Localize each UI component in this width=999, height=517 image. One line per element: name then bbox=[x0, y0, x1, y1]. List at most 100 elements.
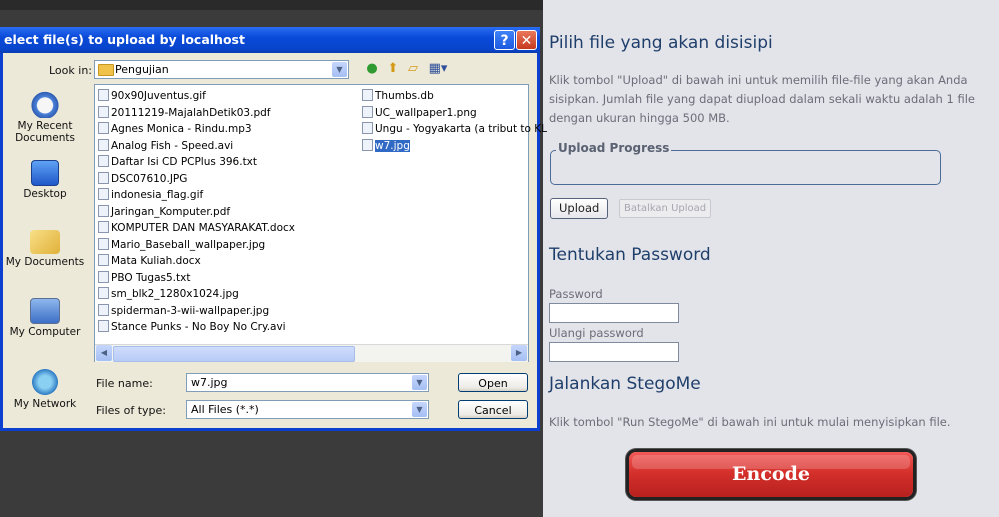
file-name-label: File name: bbox=[96, 377, 153, 390]
file-icon bbox=[98, 254, 109, 266]
file-list-item[interactable]: indonesia_flag.gif bbox=[98, 188, 203, 203]
open-button[interactable]: Open bbox=[458, 373, 528, 392]
file-icon bbox=[98, 105, 109, 118]
file-icon bbox=[98, 237, 109, 250]
view-menu-icon[interactable]: ▦▾ bbox=[426, 61, 450, 77]
scroll-right-icon[interactable]: ▶ bbox=[511, 345, 527, 361]
file-list-item[interactable]: 90x90Juventus.gif bbox=[98, 89, 206, 104]
my-computer-icon bbox=[30, 298, 60, 324]
file-list-item[interactable]: PBO Tugas5.txt bbox=[98, 270, 191, 286]
password-label: Password bbox=[549, 287, 603, 301]
file-name-input[interactable]: w7.jpg ▼ bbox=[186, 373, 429, 392]
file-name: Mario_Baseball_wallpaper.jpg bbox=[111, 238, 266, 251]
chevron-down-icon[interactable]: ▼ bbox=[332, 62, 347, 77]
file-name: DSC07610.JPG bbox=[111, 172, 188, 185]
dialog-title: elect file(s) to upload by localhost bbox=[4, 32, 245, 47]
file-icon bbox=[98, 171, 109, 184]
file-name: Stance Punks - No Boy No Cry.avi bbox=[111, 321, 286, 333]
up-folder-icon[interactable]: ⬆ bbox=[385, 61, 401, 77]
password-field[interactable] bbox=[549, 303, 679, 323]
cancel-upload-button[interactable]: Batalkan Upload bbox=[619, 199, 712, 218]
file-name: Ungu - Yogyakarta (a tribut to KL bbox=[375, 123, 548, 135]
place-label: My Documents bbox=[5, 256, 85, 268]
file-icon bbox=[98, 270, 109, 283]
file-icon bbox=[362, 138, 373, 151]
my-documents-icon bbox=[30, 230, 60, 254]
file-type-dropdown[interactable]: All Files (*.*) ▼ bbox=[186, 400, 429, 419]
back-icon[interactable]: ● bbox=[364, 61, 380, 77]
file-icon bbox=[98, 320, 109, 332]
file-list-item[interactable]: Stance Punks - No Boy No Cry.avi bbox=[98, 320, 286, 335]
file-list-item[interactable]: Mata Kuliah.docx bbox=[98, 254, 201, 269]
file-list-item[interactable]: Jaringan_Komputer.pdf bbox=[98, 204, 231, 220]
repeat-password-field[interactable] bbox=[549, 342, 679, 362]
file-icon bbox=[98, 138, 109, 151]
look-in-dropdown[interactable]: Pengujian ▼ bbox=[94, 60, 349, 79]
scroll-left-icon[interactable]: ◀ bbox=[96, 345, 112, 361]
file-list-item[interactable]: w7.jpg bbox=[362, 138, 410, 154]
file-list-item[interactable]: Analog Fish - Speed.avi bbox=[98, 138, 233, 154]
file-name: Mata Kuliah.docx bbox=[111, 255, 201, 267]
file-icon bbox=[362, 105, 373, 118]
file-list-item[interactable]: Daftar Isi CD PCPlus 396.txt bbox=[98, 155, 257, 170]
file-icon bbox=[98, 89, 109, 101]
cancel-button[interactable]: Cancel bbox=[458, 400, 528, 419]
choose-file-description: Klik tombol "Upload" di bawah ini untuk … bbox=[549, 73, 975, 125]
encode-button[interactable]: Encode bbox=[629, 452, 913, 497]
place-my-documents[interactable]: My Documents bbox=[5, 230, 85, 268]
file-list-item[interactable]: sm_blk2_1280x1024.jpg bbox=[98, 287, 239, 302]
upload-progress-box bbox=[550, 150, 941, 185]
place-label: My Computer bbox=[9, 326, 81, 338]
upload-button[interactable]: Upload bbox=[550, 198, 609, 219]
file-list-item[interactable]: Mario_Baseball_wallpaper.jpg bbox=[98, 237, 266, 253]
place-my-network[interactable]: My Network bbox=[5, 368, 85, 410]
file-name: Agnes Monica - Rindu.mp3 bbox=[111, 123, 252, 135]
chevron-down-icon[interactable]: ▼ bbox=[412, 375, 427, 390]
repeat-password-label: Ulangi password bbox=[549, 326, 644, 340]
horizontal-scrollbar[interactable]: ◀ ▶ bbox=[95, 344, 528, 362]
file-list-item[interactable]: Agnes Monica - Rindu.mp3 bbox=[98, 122, 252, 137]
stegome-panel: Pilih file yang akan disisipi Klik tombo… bbox=[543, 0, 999, 517]
file-list-item[interactable]: Ungu - Yogyakarta (a tribut to KL bbox=[362, 122, 547, 137]
place-desktop[interactable]: Desktop bbox=[5, 160, 85, 200]
file-list-item[interactable]: DSC07610.JPG bbox=[98, 171, 188, 187]
file-icon bbox=[98, 155, 109, 167]
file-name: indonesia_flag.gif bbox=[111, 189, 204, 201]
scrollbar-thumb[interactable] bbox=[113, 346, 355, 362]
file-name: w7.jpg bbox=[375, 139, 410, 152]
desktop-icon bbox=[31, 160, 59, 186]
file-icon bbox=[98, 204, 109, 217]
help-button[interactable]: ? bbox=[494, 30, 515, 50]
folder-icon bbox=[98, 64, 114, 76]
close-button[interactable]: ✕ bbox=[516, 30, 537, 50]
file-name: PBO Tugas5.txt bbox=[111, 271, 191, 284]
new-folder-icon[interactable]: ▱ bbox=[405, 61, 421, 77]
file-icon bbox=[98, 188, 109, 200]
run-description: Klik tombol "Run StegoMe" di bawah ini u… bbox=[549, 415, 951, 429]
dialog-titlebar[interactable]: elect file(s) to upload by localhost ? ✕ bbox=[0, 27, 540, 53]
backdrop-top-strip bbox=[0, 0, 543, 10]
file-list-item[interactable]: Thumbs.db bbox=[362, 89, 434, 104]
my-network-icon bbox=[29, 368, 61, 396]
place-label: Documents bbox=[15, 132, 75, 144]
file-list-item[interactable]: 20111219-MajalahDetik03.pdf bbox=[98, 105, 270, 121]
file-name: Thumbs.db bbox=[375, 90, 434, 102]
file-icon bbox=[362, 122, 373, 134]
file-list-item[interactable]: spiderman-3-wii-wallpaper.jpg bbox=[98, 303, 269, 319]
file-name: Jaringan_Komputer.pdf bbox=[111, 205, 231, 218]
file-icon bbox=[98, 303, 109, 316]
place-my-computer[interactable]: My Computer bbox=[5, 298, 85, 338]
recent-documents-icon bbox=[29, 90, 61, 118]
file-type-label: Files of type: bbox=[96, 404, 167, 417]
file-icon bbox=[98, 122, 109, 134]
run-section-title: Jalankan StegoMe bbox=[549, 374, 701, 394]
file-name: sm_blk2_1280x1024.jpg bbox=[111, 288, 239, 300]
file-list-item[interactable]: UC_wallpaper1.png bbox=[362, 105, 477, 121]
chevron-down-icon[interactable]: ▼ bbox=[412, 402, 427, 417]
file-list-item[interactable]: KOMPUTER DAN MASYARAKAT.docx bbox=[98, 221, 295, 236]
file-icon bbox=[362, 89, 373, 101]
file-icon bbox=[98, 287, 109, 299]
upload-progress-legend: Upload Progress bbox=[556, 141, 672, 155]
place-label: My Network bbox=[13, 398, 77, 410]
place-my-recent-documents[interactable]: My Recent Documents bbox=[5, 90, 85, 144]
